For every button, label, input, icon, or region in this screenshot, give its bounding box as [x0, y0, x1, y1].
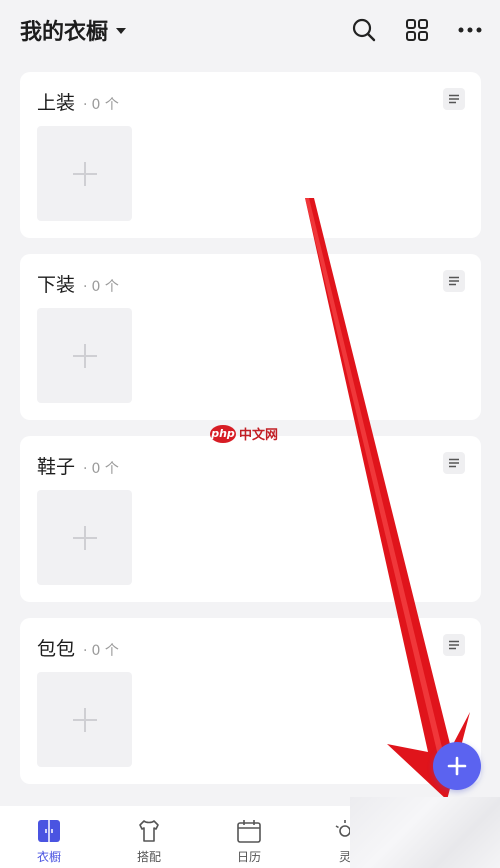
tab-wardrobe[interactable]: 衣橱 — [14, 806, 84, 868]
separator-dot: · — [83, 643, 88, 659]
plus-icon — [72, 707, 97, 732]
category-name: 下装 — [37, 274, 76, 296]
tab-label: 日历 — [236, 850, 261, 864]
blurred-region — [350, 797, 500, 868]
category-menu-button[interactable] — [443, 88, 465, 110]
list-icon — [449, 94, 459, 104]
category-header: 鞋子 · 0 个 — [37, 452, 119, 479]
category-menu-button[interactable] — [443, 452, 465, 474]
category-header: 上装 · 0 个 — [37, 88, 119, 115]
tab-label: 衣橱 — [36, 850, 61, 864]
tab-calendar[interactable]: 日历 — [214, 806, 284, 868]
add-item-tile[interactable] — [37, 308, 132, 403]
category-count: 0 个 — [91, 643, 119, 659]
list-icon — [449, 276, 459, 286]
watermark: php 中文网 — [210, 424, 278, 443]
outfit-icon — [136, 818, 162, 844]
watermark-text: 中文网 — [239, 428, 279, 443]
category-card-bags: 包包 · 0 个 — [20, 618, 481, 784]
search-icon[interactable] — [348, 14, 380, 46]
separator-dot: · — [83, 279, 88, 295]
category-name: 包包 — [37, 638, 76, 660]
category-card-tops: 上装 · 0 个 — [20, 72, 481, 238]
category-name: 鞋子 — [37, 456, 76, 478]
category-name: 上装 — [37, 92, 76, 114]
wardrobe-title-dropdown[interactable]: 我的衣橱 — [20, 14, 127, 46]
plus-icon — [72, 343, 97, 368]
add-fab-button[interactable] — [433, 742, 481, 790]
separator-dot: · — [83, 461, 88, 477]
separator-dot: · — [83, 97, 88, 113]
category-card-shoes: 鞋子 · 0 个 — [20, 436, 481, 602]
more-icon[interactable] — [454, 14, 486, 46]
list-icon — [449, 458, 459, 468]
app-header: 我的衣橱 — [0, 0, 500, 62]
plus-icon — [72, 525, 97, 550]
tab-label: 搭配 — [136, 850, 161, 864]
calendar-icon — [236, 818, 262, 844]
category-count: 0 个 — [91, 279, 119, 295]
plus-icon — [72, 161, 97, 186]
category-menu-button[interactable] — [443, 634, 465, 656]
list-icon — [449, 640, 459, 650]
add-item-tile[interactable] — [37, 672, 132, 767]
tab-outfit[interactable]: 搭配 — [114, 806, 184, 868]
category-count: 0 个 — [91, 461, 119, 477]
category-menu-button[interactable] — [443, 270, 465, 292]
add-item-tile[interactable] — [37, 490, 132, 585]
wardrobe-icon — [36, 818, 62, 844]
add-item-tile[interactable] — [37, 126, 132, 221]
category-card-bottoms: 下装 · 0 个 — [20, 254, 481, 420]
caret-down-icon — [116, 28, 127, 34]
category-header: 下装 · 0 个 — [37, 270, 119, 297]
category-count: 0 个 — [91, 97, 119, 113]
plus-icon — [447, 756, 467, 776]
page-title: 我的衣橱 — [20, 20, 109, 45]
grid-icon[interactable] — [401, 14, 433, 46]
category-header: 包包 · 0 个 — [37, 634, 119, 661]
watermark-logo: php — [210, 424, 236, 443]
